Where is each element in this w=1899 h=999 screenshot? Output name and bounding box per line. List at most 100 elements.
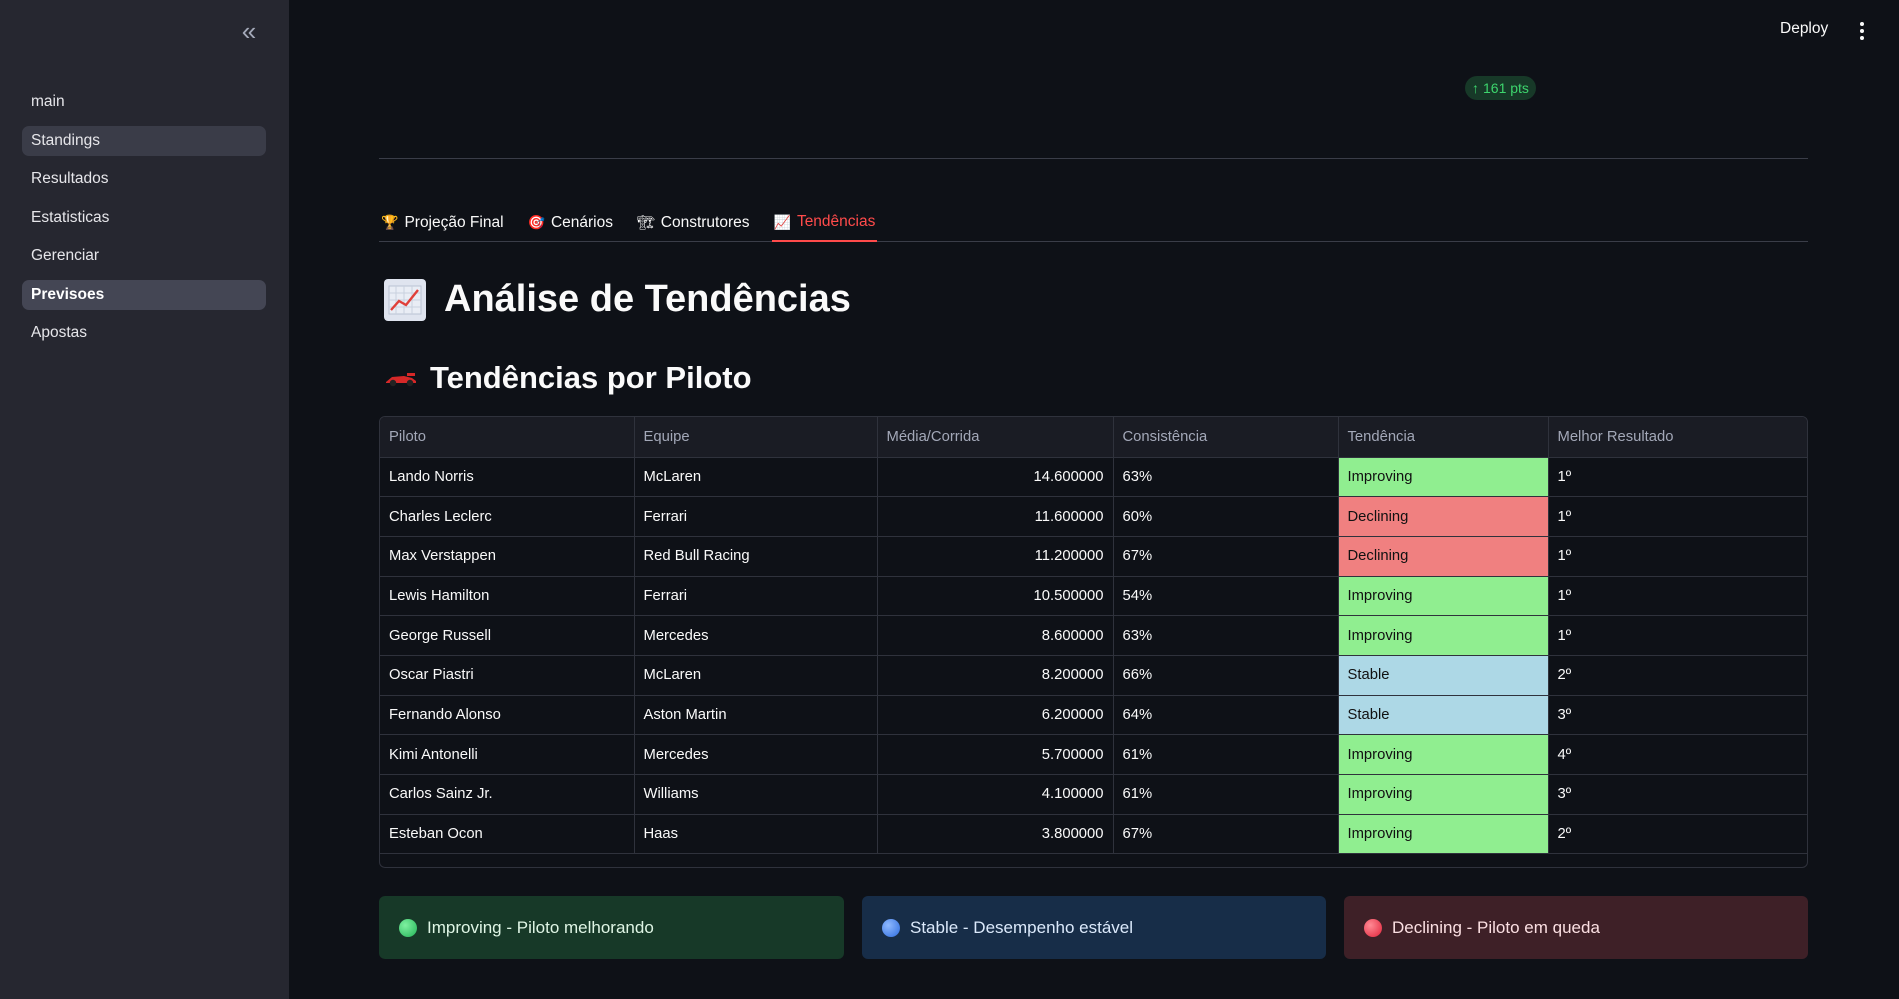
page-title: Análise de Tendências bbox=[384, 278, 851, 321]
table-cell: Charles Leclerc bbox=[380, 496, 635, 537]
table-row[interactable]: Kimi Antonelli Mercedes 5.700000 61% Improvi… bbox=[380, 734, 1807, 775]
trophy-icon: 🏆 bbox=[381, 214, 399, 230]
chart-increasing-icon bbox=[384, 278, 426, 321]
sidebar-item-previsoes[interactable]: Previsoes bbox=[22, 279, 266, 310]
deploy-button[interactable]: Deploy bbox=[1780, 20, 1828, 38]
table-row[interactable]: Lewis Hamilton Ferrari 10.500000 54% Improvi… bbox=[380, 576, 1807, 617]
sidebar: « main Standings Resultados Estatisticas Ger… bbox=[0, 0, 289, 999]
table-row[interactable]: George Russell Mercedes 8.600000 63% Improvi… bbox=[380, 615, 1807, 656]
table-cell: 8.600000 bbox=[877, 615, 1114, 656]
table-cell: Max Verstappen bbox=[380, 536, 635, 577]
table-cell: 64% bbox=[1113, 695, 1339, 736]
race-car-icon bbox=[386, 373, 416, 387]
trends-table[interactable]: Piloto Equipe Média/Corrida Consistência Ten… bbox=[379, 416, 1808, 868]
sidebar-item-estatisticas[interactable]: Estatisticas bbox=[22, 203, 266, 233]
table-cell: 67% bbox=[1113, 536, 1339, 577]
metric-delta-badge: ↑ 161 pts bbox=[1465, 76, 1536, 100]
target-icon: 🎯 bbox=[527, 214, 545, 230]
table-cell: Ferrari bbox=[634, 576, 878, 617]
table-cell: 2º bbox=[1548, 814, 1807, 855]
blue-circle-icon bbox=[882, 918, 900, 937]
table-cell: Improving bbox=[1338, 814, 1549, 855]
table-row[interactable]: Fernando Alonso Aston Martin 6.200000 64% St… bbox=[380, 695, 1807, 736]
table-header-row: Piloto Equipe Média/Corrida Consistência Ten… bbox=[380, 417, 1807, 458]
tab-label: Cenários bbox=[550, 213, 613, 231]
table-cell: Williams bbox=[634, 774, 878, 815]
sidebar-item-main[interactable]: main bbox=[22, 87, 266, 117]
tab-cenarios[interactable]: 🎯 Cenários bbox=[526, 204, 615, 241]
vertical-ellipsis-icon[interactable] bbox=[1852, 18, 1872, 44]
column-header[interactable]: Melhor Resultado bbox=[1548, 417, 1807, 458]
table-row[interactable]: Carlos Sainz Jr. Williams 4.100000 61% Impro… bbox=[380, 774, 1807, 815]
sidebar-nav: main Standings Resultados Estatisticas Geren… bbox=[22, 87, 266, 357]
column-header[interactable]: Equipe bbox=[634, 417, 878, 458]
table-cell: 2º bbox=[1548, 655, 1807, 696]
table-cell: Stable bbox=[1338, 655, 1549, 696]
table-cell: 1º bbox=[1548, 536, 1807, 577]
sidebar-item-gerenciar[interactable]: Gerenciar bbox=[22, 241, 266, 271]
table-cell: 54% bbox=[1113, 576, 1339, 617]
table-cell: Red Bull Racing bbox=[634, 536, 878, 577]
table-row[interactable]: Esteban Ocon Haas 3.800000 67% Improving 2º bbox=[380, 814, 1807, 855]
table-cell: 3º bbox=[1548, 774, 1807, 815]
table-cell: Aston Martin bbox=[634, 695, 878, 736]
tab-label: Projeção Final bbox=[404, 213, 504, 231]
legend-declining: Declining - Piloto em queda bbox=[1344, 896, 1808, 959]
tab-projecao-final[interactable]: 🏆 Projeção Final bbox=[379, 204, 506, 241]
table-cell: 1º bbox=[1548, 615, 1807, 656]
tab-tendencias[interactable]: 📈 Tendências bbox=[771, 204, 878, 242]
table-cell: Declining bbox=[1338, 496, 1549, 537]
table-cell: 11.600000 bbox=[877, 496, 1114, 537]
table-cell: 11.200000 bbox=[877, 536, 1114, 577]
section-title: Tendências por Piloto bbox=[384, 360, 752, 396]
table-cell: 3º bbox=[1548, 695, 1807, 736]
sidebar-item-apostas[interactable]: Apostas bbox=[22, 318, 266, 348]
sidebar-item-label: Apostas bbox=[31, 324, 88, 341]
table-row[interactable]: Max Verstappen Red Bull Racing 11.200000 67… bbox=[380, 536, 1807, 577]
table-cell: 8.200000 bbox=[877, 655, 1114, 696]
table-cell: 60% bbox=[1113, 496, 1339, 537]
divider bbox=[379, 158, 1808, 159]
table-row[interactable]: Lando Norris McLaren 14.600000 63% Improving… bbox=[380, 457, 1807, 498]
metric-delta-value: 161 pts bbox=[1483, 80, 1529, 96]
table-cell: Improving bbox=[1338, 734, 1549, 775]
column-header[interactable]: Tendência bbox=[1338, 417, 1549, 458]
sidebar-item-label: Gerenciar bbox=[31, 247, 100, 264]
table-cell: 5.700000 bbox=[877, 734, 1114, 775]
sidebar-item-resultados[interactable]: Resultados bbox=[22, 164, 266, 194]
table-cell: Esteban Ocon bbox=[380, 814, 635, 855]
tab-label: Tendências bbox=[796, 213, 876, 230]
sidebar-item-label: Resultados bbox=[31, 170, 109, 187]
legend-stable-text: Stable - Desempenho estável bbox=[910, 917, 1134, 937]
table-cell: 1º bbox=[1548, 457, 1807, 498]
table-cell: Improving bbox=[1338, 576, 1549, 617]
table-cell: Mercedes bbox=[634, 734, 878, 775]
table-cell: 1º bbox=[1548, 576, 1807, 617]
section-title-text: Tendências por Piloto bbox=[430, 360, 752, 395]
table-cell: Mercedes bbox=[634, 615, 878, 656]
legend-stable: Stable - Desempenho estável bbox=[862, 896, 1326, 959]
column-header[interactable]: Piloto bbox=[380, 417, 635, 458]
chart-increasing-icon: 📈 bbox=[773, 213, 791, 230]
table-cell: 3.800000 bbox=[877, 814, 1114, 855]
page-title-text: Análise de Tendências bbox=[444, 278, 851, 320]
legend-declining-text: Declining - Piloto em queda bbox=[1392, 917, 1600, 937]
table-cell: McLaren bbox=[634, 655, 878, 696]
table-cell: Lando Norris bbox=[380, 457, 635, 498]
sidebar-item-standings[interactable]: Standings bbox=[22, 125, 266, 156]
collapse-sidebar-button[interactable]: « bbox=[234, 15, 264, 46]
table-cell: 66% bbox=[1113, 655, 1339, 696]
table-cell: 10.500000 bbox=[877, 576, 1114, 617]
tab-construtores[interactable]: 🏗 Construtores bbox=[635, 204, 752, 241]
column-header[interactable]: Consistência bbox=[1113, 417, 1339, 458]
double-chevron-left-icon: « bbox=[241, 15, 257, 46]
table-cell: 61% bbox=[1113, 774, 1339, 815]
table-cell: Oscar Piastri bbox=[380, 655, 635, 696]
column-header[interactable]: Média/Corrida bbox=[877, 417, 1114, 458]
arrow-up-icon: ↑ bbox=[1472, 80, 1479, 96]
table-cell: Improving bbox=[1338, 457, 1549, 498]
sidebar-item-label: Previsoes bbox=[31, 285, 105, 303]
table-row[interactable]: Oscar Piastri McLaren 8.200000 66% Stable 2º bbox=[380, 655, 1807, 696]
table-cell: Declining bbox=[1338, 536, 1549, 577]
table-row[interactable]: Charles Leclerc Ferrari 11.600000 60% Declin… bbox=[380, 496, 1807, 537]
